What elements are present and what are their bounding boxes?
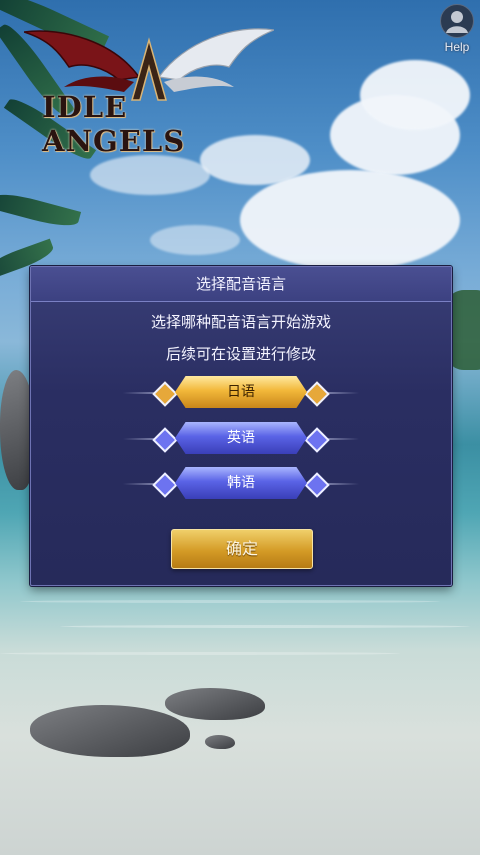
diamond-ornament-icon bbox=[304, 427, 330, 453]
option-english-button[interactable]: 英语 bbox=[175, 422, 307, 454]
confirm-button[interactable]: 确定 bbox=[171, 529, 313, 569]
option-japanese-button[interactable]: 日语 bbox=[175, 376, 307, 408]
diamond-ornament-icon bbox=[152, 472, 178, 498]
dialog-note: 后续可在设置进行修改 bbox=[165, 345, 316, 363]
help-label: Help bbox=[444, 40, 470, 54]
help-button[interactable]: Help bbox=[440, 4, 474, 54]
diamond-ornament-icon bbox=[304, 381, 330, 407]
dialog-title: 选择配音语言 bbox=[31, 267, 451, 302]
voice-language-dialog: 选择配音语言 选择哪种配音语言开始游戏 后续可在设置进行修改 日语 英语 韩语 … bbox=[30, 266, 452, 586]
option-row-english: 英语 bbox=[31, 422, 451, 456]
game-logo: IDLE ANGELS bbox=[23, 22, 277, 158]
option-row-japanese: 日语 bbox=[31, 376, 451, 410]
option-korean-button[interactable]: 韩语 bbox=[175, 467, 307, 499]
option-row-korean: 韩语 bbox=[31, 467, 451, 501]
help-avatar-icon bbox=[440, 4, 474, 38]
diamond-ornament-icon bbox=[152, 381, 178, 407]
diamond-ornament-icon bbox=[304, 472, 330, 498]
diamond-ornament-icon bbox=[152, 427, 178, 453]
logo-text: IDLE ANGELS bbox=[42, 90, 186, 158]
dialog-instruction: 选择哪种配音语言开始游戏 bbox=[150, 313, 331, 331]
